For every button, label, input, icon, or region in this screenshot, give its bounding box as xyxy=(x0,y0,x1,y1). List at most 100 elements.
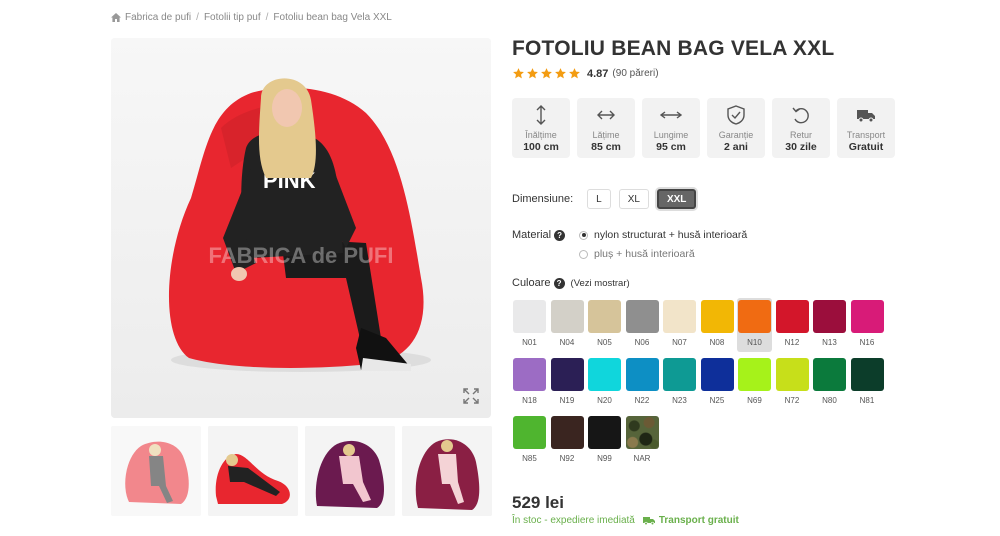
watermark: FABRICA de PUFI xyxy=(209,243,394,268)
color-swatch-n72[interactable]: N72 xyxy=(775,356,810,410)
color-swatch-n07[interactable]: N07 xyxy=(662,298,697,352)
color-chip[interactable] xyxy=(625,416,659,449)
breadcrumb: Fabrica de pufi / Fotolii tip puf / Foto… xyxy=(111,12,392,23)
color-swatch-n69[interactable]: N69 xyxy=(737,356,772,410)
help-icon[interactable]: ? xyxy=(553,277,565,289)
color-chip[interactable] xyxy=(813,300,846,333)
size-button-xxl[interactable]: XXL xyxy=(656,189,697,209)
breadcrumb-link-category[interactable]: Fotolii tip puf xyxy=(204,12,261,23)
color-code: N05 xyxy=(597,338,612,347)
color-swatch-n92[interactable]: N92 xyxy=(550,414,585,468)
thumbnail-1[interactable] xyxy=(111,426,201,516)
color-code: N80 xyxy=(822,396,837,405)
feature-value: 85 cm xyxy=(591,141,621,153)
color-swatch-n20[interactable]: N20 xyxy=(587,356,622,410)
stock-status: În stoc - expediere imediată xyxy=(512,515,635,526)
material-label: Material ? xyxy=(512,229,566,241)
color-code: N13 xyxy=(822,338,837,347)
color-code: N92 xyxy=(559,454,575,463)
color-chip[interactable] xyxy=(850,358,884,391)
color-chip[interactable] xyxy=(850,300,884,333)
help-icon[interactable]: ? xyxy=(554,229,566,241)
color-chip[interactable] xyxy=(550,300,584,333)
material-option-nylon[interactable]: nylon structurat + husă interioară xyxy=(579,229,747,241)
radio-checked[interactable] xyxy=(579,230,588,240)
shield-check-icon xyxy=(727,105,745,125)
color-chip[interactable] xyxy=(625,358,659,391)
color-chip[interactable] xyxy=(663,300,696,333)
material-option-label: pluș + husă interioară xyxy=(594,248,695,260)
color-swatch-n04[interactable]: N04 xyxy=(550,298,585,352)
color-chip[interactable] xyxy=(588,416,621,449)
feature-value: 2 ani xyxy=(724,141,748,153)
color-chip[interactable] xyxy=(775,358,809,391)
thumbnail-4[interactable] xyxy=(402,426,492,516)
color-chip[interactable] xyxy=(625,300,659,333)
feature-value: 95 cm xyxy=(656,141,686,153)
review-count[interactable]: (90 păreri) xyxy=(612,68,658,79)
color-swatch-n19[interactable]: N19 xyxy=(550,356,585,410)
color-chip[interactable] xyxy=(513,300,546,333)
color-chip[interactable] xyxy=(588,358,621,391)
return-arrow-icon xyxy=(792,107,809,124)
color-code: N69 xyxy=(747,396,762,405)
color-chip[interactable] xyxy=(738,358,771,391)
color-swatch-n10[interactable]: N10 xyxy=(737,298,772,352)
expand-icon[interactable] xyxy=(463,388,479,404)
color-swatch-n18[interactable]: N18 xyxy=(512,356,547,410)
main-product-image[interactable]: PINK FABRICA de PUFI xyxy=(111,38,491,418)
color-swatch-n13[interactable]: N13 xyxy=(812,298,847,352)
feature-label: Înălțime xyxy=(525,130,557,140)
color-code: N22 xyxy=(634,396,650,405)
color-code: N18 xyxy=(522,396,537,405)
color-chip[interactable] xyxy=(738,300,771,333)
rating-score: 4.87 xyxy=(587,67,609,80)
color-chip[interactable] xyxy=(700,358,734,391)
size-button-l[interactable]: L xyxy=(587,189,611,209)
feature-label: Garanție xyxy=(718,130,754,140)
color-chip[interactable] xyxy=(813,358,846,391)
material-option-plus[interactable]: pluș + husă interioară xyxy=(579,248,695,260)
star-icon xyxy=(541,68,552,79)
color-swatch-n25[interactable]: N25 xyxy=(700,356,735,410)
view-swatches-link[interactable]: (Vezi mostrar) xyxy=(571,278,630,289)
color-swatch-n23[interactable]: N23 xyxy=(662,356,697,410)
free-shipping: Transport gratuit xyxy=(642,515,739,526)
color-swatch-n99[interactable]: N99 xyxy=(587,414,622,468)
color-swatch-n80[interactable]: N80 xyxy=(812,356,847,410)
thumbnail-3[interactable] xyxy=(305,426,395,516)
color-chip[interactable] xyxy=(775,300,809,333)
color-swatch-n05[interactable]: N05 xyxy=(587,298,622,352)
color-swatch-n06[interactable]: N06 xyxy=(625,298,660,352)
radio-unchecked[interactable] xyxy=(579,249,588,259)
color-swatch-n12[interactable]: N12 xyxy=(775,298,810,352)
star-icon xyxy=(555,68,566,79)
color-swatch-n85[interactable]: N85 xyxy=(512,414,547,468)
product-rating[interactable]: 4.87 (90 păreri) xyxy=(512,67,659,80)
color-code: N25 xyxy=(709,396,725,405)
color-swatch-n08[interactable]: N08 xyxy=(700,298,735,352)
color-swatch-nar[interactable]: NAR xyxy=(625,414,660,468)
thumbnail-strip xyxy=(111,426,492,516)
truck-icon xyxy=(642,517,655,525)
color-chip[interactable] xyxy=(588,300,621,333)
thumbnail-2[interactable] xyxy=(208,426,298,516)
feature-label: Transport xyxy=(846,130,886,140)
color-swatch-n16[interactable]: N16 xyxy=(850,298,885,352)
size-button-xl[interactable]: XL xyxy=(618,189,649,209)
color-chip[interactable] xyxy=(550,416,584,449)
color-chip[interactable] xyxy=(513,358,546,391)
color-chip[interactable] xyxy=(550,358,584,391)
breadcrumb-current: Fotoliu bean bag Vela XXL xyxy=(273,12,392,23)
color-code: N16 xyxy=(859,338,875,347)
color-code: NAR xyxy=(633,454,651,463)
color-code: N19 xyxy=(559,396,575,405)
breadcrumb-link-home[interactable]: Fabrica de pufi xyxy=(125,12,191,23)
color-swatch-n01[interactable]: N01 xyxy=(512,298,547,352)
color-swatch-n22[interactable]: N22 xyxy=(625,356,660,410)
color-swatch-n81[interactable]: N81 xyxy=(850,356,885,410)
color-chip[interactable] xyxy=(700,300,734,333)
color-chip[interactable] xyxy=(663,358,696,391)
color-chip[interactable] xyxy=(513,416,546,449)
color-label-text: Culoare xyxy=(512,277,551,289)
